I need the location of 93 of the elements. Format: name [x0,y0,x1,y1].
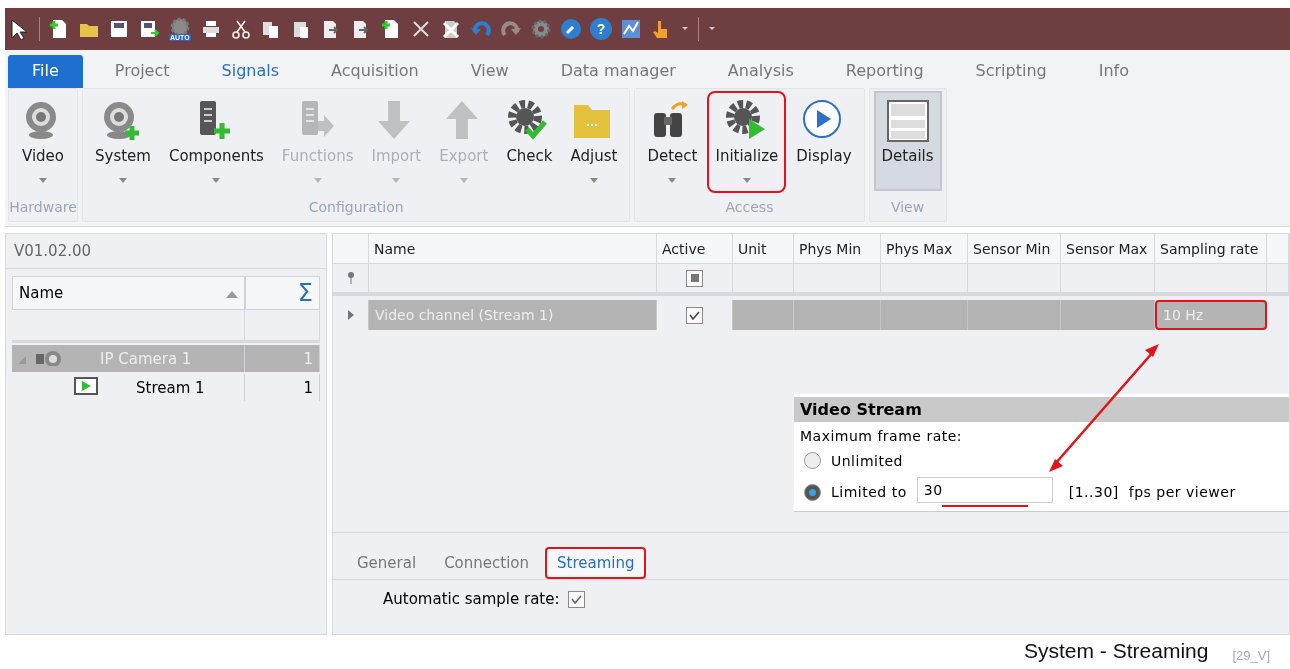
caret-icon [39,178,47,183]
group-label: Configuration [307,199,405,217]
export-icon[interactable] [138,18,160,40]
tab[interactable]: General [345,547,429,579]
field-label: Automatic sample rate: [383,590,560,608]
field-label: Maximum frame rate: [799,427,964,446]
input-field[interactable]: 30 [916,477,1053,503]
ribbon-button[interactable]: System [87,91,159,193]
caret-icon [212,178,221,183]
ribbon-tab[interactable]: View [470,55,509,88]
ribbon-button[interactable]: Detect [639,91,706,193]
filter-checkbox[interactable] [686,269,703,287]
caret-icon [742,178,751,183]
check-icon [570,594,582,604]
ribbon-tab[interactable]: Acquisition [331,55,419,88]
caret-icon [589,178,598,183]
filter-cell[interactable] [369,264,657,296]
scissors-icon[interactable] [230,18,252,40]
filter-cell[interactable] [1267,264,1289,296]
figure-code: [29_V] [1232,648,1270,663]
tab[interactable]: Streaming [545,547,647,579]
unit-label: fps per viewer [1128,484,1236,500]
ribbon-tab[interactable]: Scripting [975,55,1047,88]
group-label: Hardware [9,199,77,217]
filter-cell[interactable] [733,264,794,296]
column-header[interactable]: Name [12,276,245,310]
tab[interactable]: Connection [432,547,541,579]
filter-cell[interactable] [1061,264,1155,296]
panel-title: Video Stream [794,397,1289,422]
check-icon [689,310,700,320]
tree-item-name: Stream 1 [136,378,205,397]
table-cell: 10 Hz [1155,300,1267,330]
ribbon-button[interactable]: Details [873,91,942,191]
ribbon-tab[interactable]: Data manager [560,55,676,88]
tree-item-name: IP Camera 1 [100,349,192,368]
details-icon [885,99,930,143]
filter-cell[interactable] [968,264,1061,296]
chart-icon[interactable] [620,18,642,40]
column-header[interactable]: Name [369,234,657,264]
filter-cell[interactable] [881,264,968,296]
ribbon-button[interactable]: Components [160,91,272,193]
help-button[interactable]: ? [590,18,612,40]
option-label: Limited to [831,484,907,500]
option-label: Unlimited [831,452,903,469]
range-label: [1..30] [1068,484,1119,500]
filter-cell[interactable] [1155,264,1267,296]
caret-icon [668,178,677,183]
ribbon-button[interactable]: Initialize [707,91,787,193]
caret-icon [459,178,468,183]
gear-icon[interactable] [530,18,552,40]
count-cell: 1 [245,374,320,401]
pin-icon [346,272,355,284]
caret-icon [118,178,127,183]
table-cell: Video channel (Stream 1) [369,300,657,330]
delete-icon[interactable] [440,18,462,40]
group-label: View [889,199,926,217]
header-text: Name [19,284,64,302]
ribbon-tab[interactable]: Analysis [727,55,794,88]
checkbox[interactable] [686,306,703,324]
caret-icon [313,178,322,183]
ribbon-button[interactable]: Check [498,91,561,171]
column-header[interactable]: Active [657,234,733,264]
radio-button[interactable] [804,452,821,469]
column-header[interactable]: Unit [733,234,794,264]
printer-icon[interactable] [200,18,222,40]
ribbon-button[interactable]: Adjust [562,91,626,193]
video-clip-icon [74,376,98,395]
save-icon[interactable] [108,18,130,40]
column-header[interactable]: Sampling rate [1155,234,1267,264]
radio-button[interactable] [804,483,821,501]
column-header[interactable]: Phys Max [881,234,968,264]
expander-icon [18,355,26,364]
version-label: V01.02.00 [6,234,326,269]
count-cell: 1 [245,345,320,372]
table-cell [733,300,794,330]
checkbox[interactable] [567,590,585,608]
ribbon-tab[interactable]: Project [114,55,170,88]
ribbon-tab[interactable]: Signals [221,55,279,88]
column-header[interactable]: Sensor Max [1061,234,1155,264]
tree-row[interactable]: Stream 1 [12,374,245,401]
sum-column-header[interactable]: Σ [245,276,320,310]
row-indicator-icon [347,310,354,320]
ribbon-tab[interactable]: Info [1098,55,1129,88]
column-header[interactable]: Sensor Min [968,234,1061,264]
group-label: Access [724,199,775,217]
filter-cell[interactable] [794,264,881,296]
column-header[interactable]: Phys Min [794,234,881,264]
file-menu-button[interactable]: File [8,55,83,88]
caption-title: System - Streaming [1024,639,1209,663]
ribbon-button[interactable]: Display [788,91,860,171]
ribbon-button[interactable]: Video [13,91,73,193]
ribbon-tab[interactable]: Reporting [845,55,924,88]
caret-icon [392,178,401,183]
